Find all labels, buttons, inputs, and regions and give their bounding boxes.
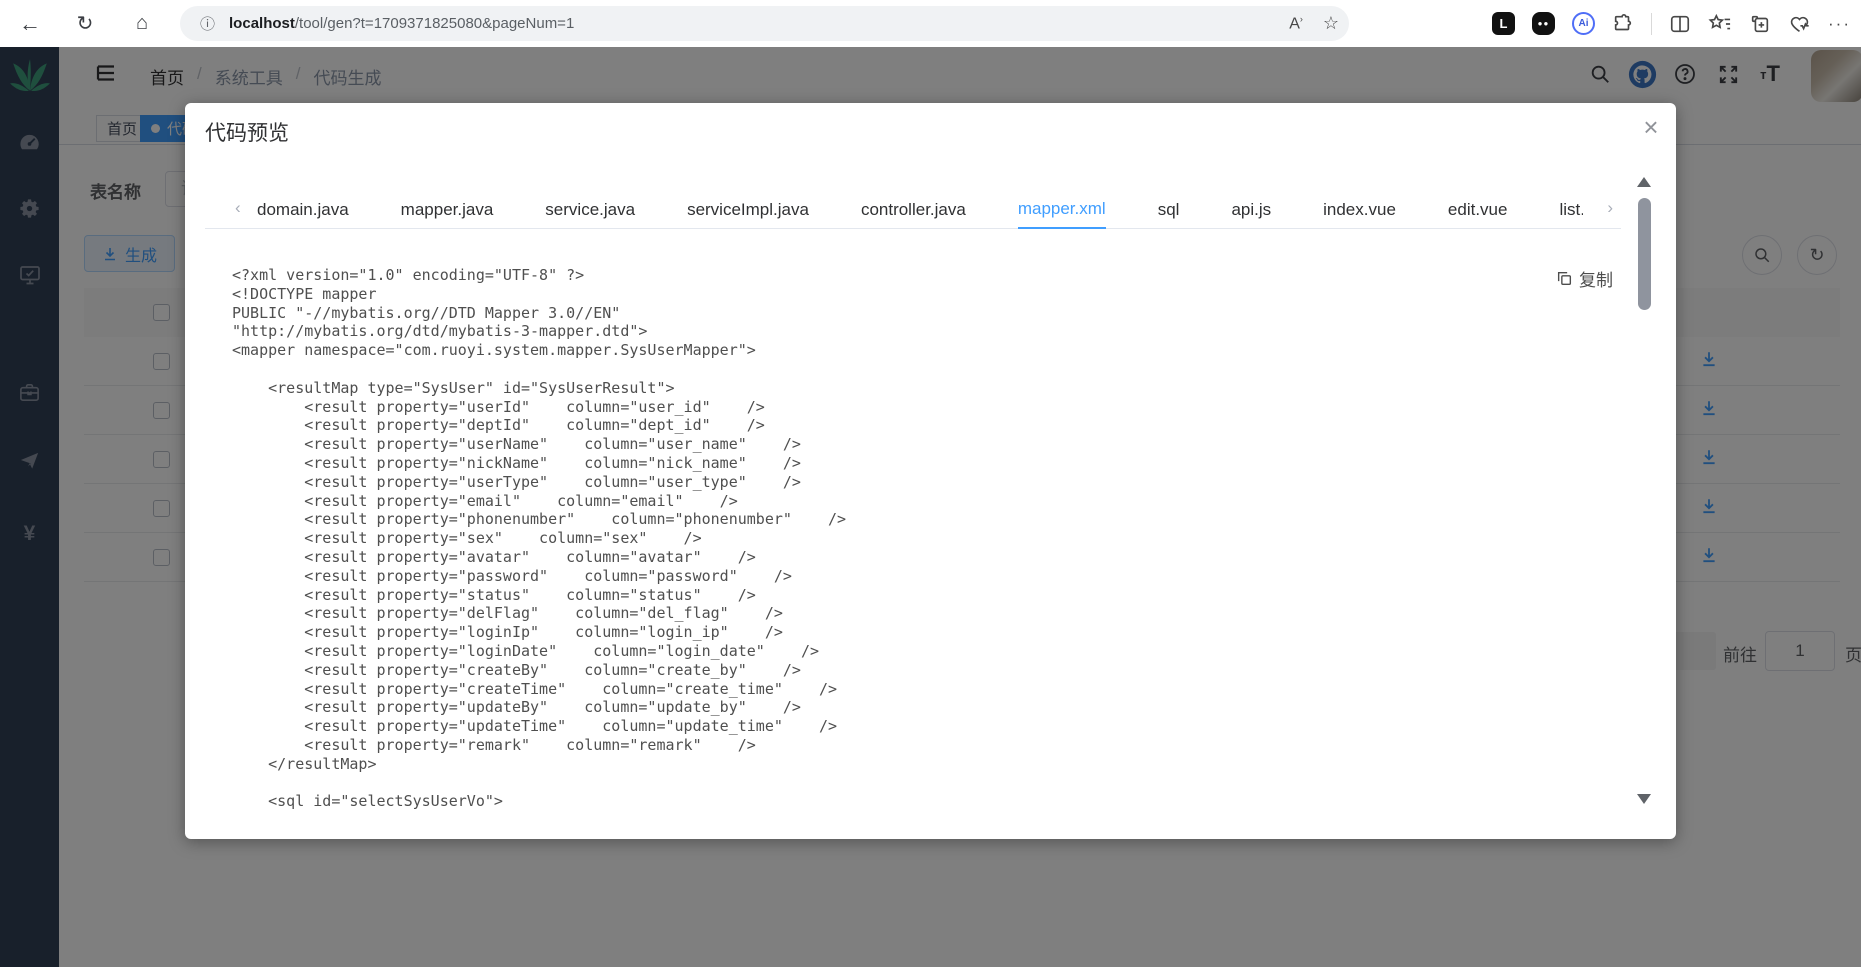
tab-serviceimpl-java[interactable]: serviceImpl.java: [687, 190, 809, 229]
file-tabs: ‹ domain.java mapper.java service.java s…: [205, 190, 1621, 229]
tab-api-js[interactable]: api.js: [1231, 190, 1271, 229]
close-icon[interactable]: ×: [1633, 109, 1669, 145]
tab-domain-java[interactable]: domain.java: [257, 190, 349, 229]
tabs-scroll-left-icon[interactable]: ‹: [235, 198, 241, 218]
browser-refresh-icon[interactable]: ↻: [68, 0, 102, 47]
tab-service-java[interactable]: service.java: [545, 190, 635, 229]
tab-list-vue[interactable]: list.vue: [1559, 190, 1583, 229]
tab-mapper-java[interactable]: mapper.java: [401, 190, 494, 229]
read-aloud-icon[interactable]: A›: [1289, 14, 1303, 33]
browser-home-icon[interactable]: ⌂: [125, 0, 159, 47]
browser-chrome: ← ↻ ⌂ ⓘ localhost/tool/gen?t=17093718250…: [0, 0, 1861, 47]
browser-menu-icon[interactable]: ···: [1828, 14, 1851, 34]
split-screen-icon[interactable]: [1669, 13, 1691, 35]
tab-index-vue[interactable]: index.vue: [1323, 190, 1396, 229]
tabs-scroll-right-icon[interactable]: ›: [1607, 198, 1613, 218]
browser-essentials-icon[interactable]: [1788, 13, 1811, 35]
favorites-icon[interactable]: [1708, 13, 1732, 35]
scroll-up-icon[interactable]: [1637, 177, 1651, 187]
favorite-star-icon[interactable]: ☆: [1323, 13, 1339, 34]
browser-back-icon[interactable]: ←: [13, 0, 47, 47]
toolbar-divider: [1651, 12, 1653, 35]
browser-address-bar[interactable]: ⓘ localhost/tool/gen?t=1709371825080&pag…: [180, 6, 1349, 41]
extension-dark-icon[interactable]: ●●: [1532, 12, 1556, 35]
code-content: <?xml version="1.0" encoding="UTF-8" ?> …: [232, 266, 847, 811]
extension-ai-icon[interactable]: Ai: [1572, 12, 1596, 35]
tab-edit-vue[interactable]: edit.vue: [1448, 190, 1508, 229]
tab-scroll-area: domain.java mapper.java service.java ser…: [257, 190, 1583, 229]
tab-controller-java[interactable]: controller.java: [861, 190, 966, 229]
site-info-icon[interactable]: ⓘ: [200, 13, 215, 34]
screen: ← ↻ ⌂ ⓘ localhost/tool/gen?t=17093718250…: [0, 0, 1861, 967]
extension-l-icon[interactable]: L: [1492, 12, 1516, 35]
extensions-puzzle-icon[interactable]: [1612, 13, 1634, 35]
scrollbar-thumb[interactable]: [1638, 198, 1651, 310]
scroll-down-icon[interactable]: [1637, 794, 1651, 804]
url-text: localhost/tool/gen?t=1709371825080&pageN…: [229, 15, 575, 32]
code-preview-dialog: 代码预览 × ‹ domain.java mapper.java service…: [185, 103, 1676, 839]
collections-icon[interactable]: [1749, 13, 1771, 35]
dialog-title: 代码预览: [205, 122, 289, 145]
tab-mapper-xml[interactable]: mapper.xml: [1017, 190, 1106, 229]
tab-sql[interactable]: sql: [1158, 190, 1180, 229]
